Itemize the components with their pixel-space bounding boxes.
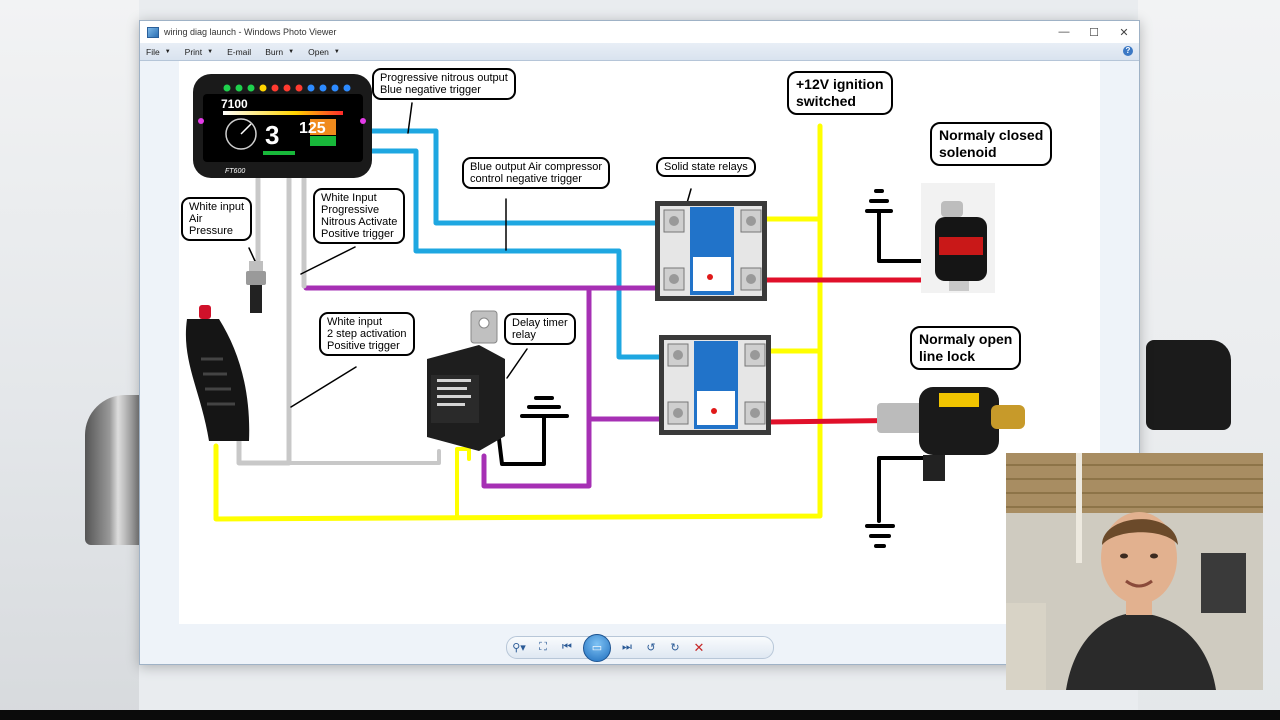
magnifier-icon: ⚲▾	[512, 642, 526, 654]
photo-viewer-window: wiring diag launch - Windows Photo Viewe…	[139, 20, 1140, 665]
menu-burn[interactable]: Burn ▼	[265, 47, 294, 57]
air-pressure-sensor	[246, 261, 266, 313]
menu-open-label: Open	[308, 46, 329, 57]
window-title: wiring diag launch - Windows Photo Viewe…	[164, 27, 337, 37]
delay-timer-relay	[427, 310, 505, 451]
label-line-lock: Normaly open line lock	[910, 326, 1022, 370]
slideshow-icon: ▭	[591, 642, 603, 654]
label-nc-solenoid: Normaly closed solenoid	[930, 122, 1053, 166]
wiring-diagram-image: 7100 3 125 FT600 Progressive nitrous out…	[179, 61, 1100, 624]
wire-yellow-relay	[455, 447, 471, 518]
menu-file-label: File	[146, 46, 160, 57]
label-solid-state-relays: Solid state relays	[656, 157, 756, 177]
chevron-down-icon: ▼	[333, 48, 340, 55]
close-button[interactable]: ✕	[1109, 26, 1139, 39]
label-delay-timer: Delay timer relay	[504, 313, 576, 345]
webcam-scene	[1006, 453, 1263, 690]
rotate-counterclockwise-button[interactable]: ↺	[639, 639, 663, 657]
previous-icon: ⏮	[562, 641, 572, 653]
menu-file[interactable]: File ▼	[146, 47, 171, 57]
normally-open-line-lock	[877, 387, 1025, 481]
label-air-pressure: White input Air Pressure	[181, 197, 253, 241]
label-two-step: White input 2 step activation Positive t…	[319, 312, 415, 356]
dash-speed: 125	[299, 120, 326, 137]
rotate-counterclockwise-icon: ↺	[646, 642, 656, 654]
photo-viewer-app-icon	[147, 26, 159, 38]
menu-email[interactable]: E-mail	[227, 47, 251, 57]
background-boot	[85, 395, 140, 545]
menu-burn-label: Burn	[265, 46, 284, 57]
rotate-clockwise-button[interactable]: ↻	[663, 639, 687, 657]
chevron-down-icon: ▼	[207, 48, 214, 55]
minimize-button[interactable]: —	[1049, 26, 1079, 38]
ground-symbol	[865, 524, 895, 548]
actual-size-icon: ⛶	[539, 641, 547, 653]
menu-open[interactable]: Open ▼	[308, 47, 340, 57]
label-air-compressor: Blue output Air compressor control negat…	[462, 157, 611, 189]
menu-bar: File ▼ Print ▼ E-mail Burn ▼ Open ▼ ?	[140, 43, 1139, 61]
taskbar-strip	[0, 710, 1280, 720]
label-ignition: +12V ignition switched	[787, 71, 893, 115]
previous-button[interactable]: ⏮	[555, 639, 579, 657]
rotate-clockwise-icon: ↻	[670, 642, 680, 654]
next-button[interactable]: ⏭	[615, 639, 639, 657]
webcam-overlay	[1006, 453, 1263, 690]
solid-state-relay-2	[659, 335, 771, 435]
wire-gray-relay	[287, 449, 441, 465]
menu-print[interactable]: Print ▼	[185, 47, 213, 57]
ft600-dash-display: 7100 3 125 FT600	[193, 74, 372, 178]
help-icon[interactable]: ?	[1123, 46, 1133, 56]
normally-closed-solenoid	[921, 183, 995, 293]
dash-rpm: 7100	[221, 97, 248, 111]
chevron-down-icon: ▼	[288, 48, 295, 55]
label-nitrous-activate: White Input Progressive Nitrous Activate…	[313, 188, 406, 244]
viewer-toolbar: ⚲▾ ⛶ ⏮ ▭ ⏭ ↺ ↻ ✕	[506, 633, 774, 662]
ground-symbol	[520, 396, 569, 418]
desktop-background-left	[0, 0, 140, 720]
wire-ground-relay	[497, 414, 546, 466]
ground-symbol	[865, 189, 893, 213]
delete-icon: ✕	[693, 639, 705, 655]
zoom-button[interactable]: ⚲▾	[507, 639, 531, 657]
two-step-grip-button	[185, 305, 250, 441]
delete-button[interactable]: ✕	[687, 639, 711, 657]
slideshow-button[interactable]: ▭	[583, 633, 611, 662]
chevron-down-icon: ▼	[164, 48, 171, 55]
background-object	[1146, 340, 1231, 430]
dash-gear: 3	[265, 120, 279, 150]
menu-print-label: Print	[184, 46, 203, 57]
actual-size-button[interactable]: ⛶	[531, 639, 555, 657]
solid-state-relay-1	[655, 201, 767, 301]
image-viewport: 7100 3 125 FT600 Progressive nitrous out…	[140, 61, 1139, 664]
next-icon: ⏭	[622, 641, 632, 653]
maximize-button[interactable]: ☐	[1079, 26, 1109, 39]
label-nitrous-output: Progressive nitrous output Blue negative…	[372, 68, 516, 100]
menu-email-label: E-mail	[227, 46, 252, 57]
title-bar[interactable]: wiring diag launch - Windows Photo Viewe…	[140, 21, 1139, 43]
dash-brand: FT600	[225, 168, 245, 175]
